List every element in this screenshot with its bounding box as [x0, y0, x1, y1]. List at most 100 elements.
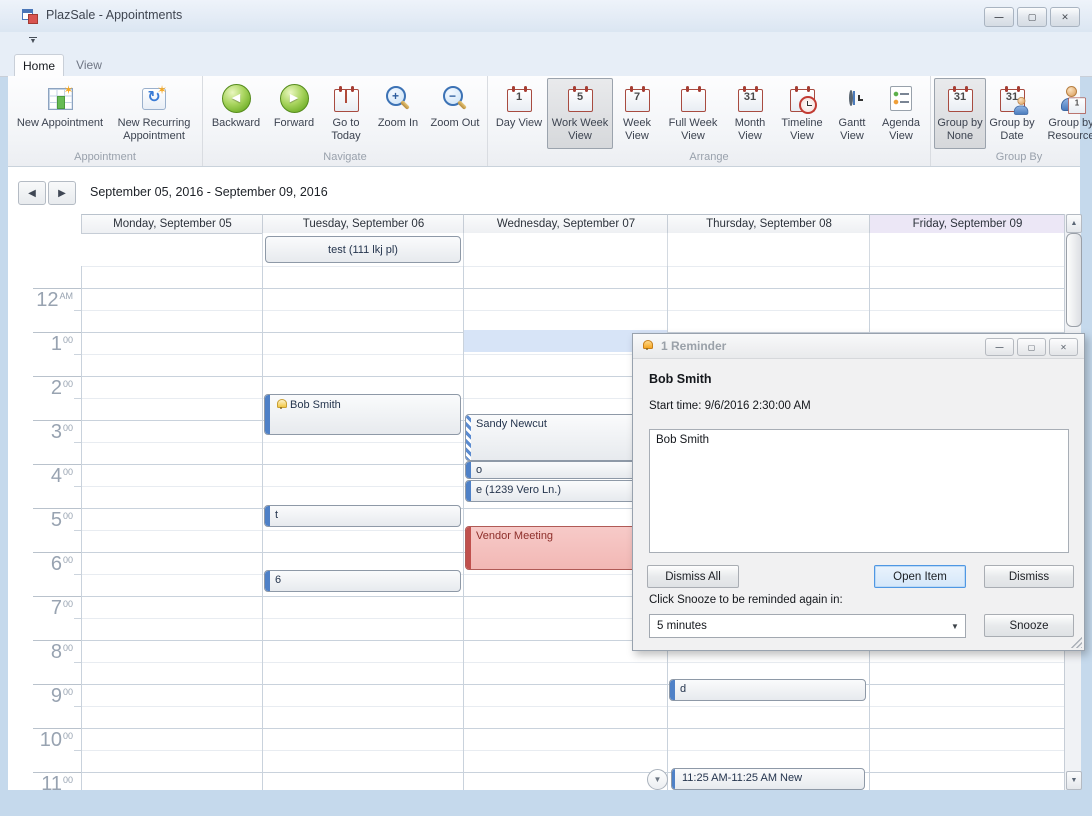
dialog-close-button[interactable]: ✕: [1049, 338, 1078, 356]
reminder-subject: Bob Smith: [649, 372, 712, 386]
day-header-thursday[interactable]: Thursday, September 08: [667, 214, 870, 234]
group-label-appointment: Appointment: [74, 151, 136, 163]
ribbon-group-groupby: 31 Group by None 31 Group by Date 1 Grou…: [931, 76, 1092, 166]
event-bob-smith[interactable]: Bob Smith: [264, 394, 461, 435]
new-recurring-appointment-button[interactable]: ↻ ✶ New Recurring Appointment: [109, 78, 199, 149]
event-6[interactable]: 6: [264, 570, 461, 592]
group-by-resource-icon: 1: [1060, 86, 1086, 114]
month-view-icon: 31: [737, 85, 763, 112]
restore-button[interactable]: ▢: [1017, 7, 1047, 27]
window-title: PlazSale - Appointments: [46, 8, 183, 22]
day-header-monday[interactable]: Monday, September 05: [81, 214, 263, 234]
combo-dropdown-icon[interactable]: ▼: [945, 622, 965, 631]
open-item-button[interactable]: Open Item: [874, 565, 966, 588]
snooze-interval-value: 5 minutes: [657, 620, 707, 632]
event-t[interactable]: t: [264, 505, 461, 527]
full-week-view-button[interactable]: Full Week View: [661, 78, 725, 149]
time-ruler: 12 AM 1 00 2 00 3 00 4 00 5 00 6 00 7 00 8 00 9 00…: [8, 266, 81, 795]
snooze-button[interactable]: Snooze: [984, 614, 1074, 637]
ribbon-tab-bar: Home View: [0, 54, 1092, 77]
app-icon: [22, 9, 38, 24]
app-window: PlazSale - Appointments — ▢ ✕ ▼ Home Vie…: [0, 0, 1092, 798]
window-frame-bottom: [0, 790, 1092, 798]
ribbon-group-navigate: ◀ Backward ▶ Forward Go to Today + Zoom …: [203, 76, 488, 166]
reminder-list-item[interactable]: Bob Smith: [650, 430, 1068, 450]
backward-button[interactable]: ◀ Backward: [206, 78, 266, 149]
snooze-prompt: Click Snooze to be reminded again in:: [649, 594, 843, 606]
title-bar: PlazSale - Appointments — ▢ ✕: [0, 0, 1092, 33]
zoom-out-icon: −: [442, 85, 469, 112]
reminder-dialog-titlebar[interactable]: 1 Reminder — ▢ ✕: [633, 334, 1084, 359]
full-week-view-icon: [680, 85, 706, 112]
allday-cell[interactable]: [463, 233, 668, 266]
ribbon: ✶ New Appointment ↻ ✶ New Recurring Appoi…: [8, 76, 1092, 167]
tab-home[interactable]: Home: [14, 54, 64, 76]
new-recurring-appointment-icon: ↻ ✶: [142, 84, 167, 110]
snooze-interval-select[interactable]: 5 minutes ▼: [649, 614, 966, 638]
reminder-dialog-bell-icon: [641, 339, 653, 351]
minimize-button[interactable]: —: [984, 7, 1014, 27]
zoom-in-icon: +: [385, 85, 412, 112]
close-button[interactable]: ✕: [1050, 7, 1080, 27]
dialog-minimize-button[interactable]: —: [985, 338, 1014, 356]
dismiss-button[interactable]: Dismiss: [984, 565, 1074, 588]
day-column-monday[interactable]: [81, 266, 263, 790]
group-by-date-button[interactable]: 31 Group by Date: [986, 78, 1038, 149]
next-week-button[interactable]: ▶: [48, 181, 76, 205]
resize-grip[interactable]: [1070, 636, 1082, 648]
reminder-dialog-title: 1 Reminder: [661, 339, 727, 353]
allday-cell[interactable]: [869, 233, 1065, 266]
gantt-view-button[interactable]: Gantt View: [829, 78, 875, 149]
timeline-view-icon: [789, 85, 817, 114]
group-by-date-icon: 31: [999, 85, 1028, 115]
more-appointments-chevron-icon[interactable]: ▼: [647, 769, 668, 790]
date-range-label: September 05, 2016 - September 09, 2016: [90, 185, 328, 199]
work-week-view-button[interactable]: 5 Work Week View: [547, 78, 613, 149]
scroll-up-icon[interactable]: ▲: [1066, 214, 1082, 233]
day-header-tuesday[interactable]: Tuesday, September 06: [262, 214, 464, 234]
event-1125-new[interactable]: 11:25 AM-11:25 AM New: [671, 768, 865, 790]
timeline-view-button[interactable]: Timeline View: [775, 78, 829, 149]
date-navigation-bar: ◀ ▶ September 05, 2016 - September 09, 2…: [8, 167, 1080, 214]
week-view-button[interactable]: 7 Week View: [613, 78, 661, 149]
work-week-view-icon: 5: [567, 85, 593, 112]
group-label-groupby: Group By: [995, 151, 1043, 163]
agenda-view-icon: [890, 86, 912, 111]
event-d[interactable]: d: [669, 679, 866, 701]
new-appointment-button[interactable]: ✶ New Appointment: [11, 78, 109, 149]
day-column-tuesday[interactable]: [262, 266, 464, 790]
day-view-icon: 1: [506, 85, 532, 112]
group-by-none-icon: 31: [947, 85, 973, 112]
group-by-none-button[interactable]: 31 Group by None: [934, 78, 986, 149]
day-header-friday[interactable]: Friday, September 09: [869, 214, 1065, 234]
reminder-bell-icon: [275, 398, 287, 410]
forward-button[interactable]: ▶ Forward: [266, 78, 322, 149]
go-to-today-button[interactable]: Go to Today: [322, 78, 370, 149]
week-view-icon: 7: [624, 85, 650, 112]
month-view-button[interactable]: 31 Month View: [725, 78, 775, 149]
scroll-down-icon[interactable]: ▼: [1066, 771, 1082, 790]
quick-access-more-icon[interactable]: ▼: [28, 37, 38, 45]
day-view-button[interactable]: 1 Day View: [491, 78, 547, 149]
day-header-wednesday[interactable]: Wednesday, September 07: [463, 214, 668, 234]
agenda-view-button[interactable]: Agenda View: [875, 78, 927, 149]
reminder-start-time: Start time: 9/6/2016 2:30:00 AM: [649, 400, 811, 412]
reminder-dialog: 1 Reminder — ▢ ✕ Bob Smith Start time: 9…: [632, 333, 1085, 651]
tab-view[interactable]: View: [64, 54, 114, 75]
backward-icon: ◀: [221, 84, 251, 113]
gantt-view-icon: [849, 90, 863, 107]
allday-cell[interactable]: [667, 233, 870, 266]
ribbon-group-arrange: 1 Day View 5 Work Week View 7 Week View …: [488, 76, 931, 166]
zoom-in-button[interactable]: + Zoom In: [370, 78, 426, 149]
quick-access-toolbar: ▼: [0, 32, 1092, 54]
dismiss-all-button[interactable]: Dismiss All: [647, 565, 739, 588]
previous-week-button[interactable]: ◀: [18, 181, 46, 205]
dialog-maximize-button[interactable]: ▢: [1017, 338, 1046, 356]
reminder-list[interactable]: Bob Smith: [649, 429, 1069, 553]
go-to-today-icon: [333, 85, 359, 112]
scrollbar-thumb[interactable]: [1066, 233, 1082, 327]
group-by-resource-button[interactable]: 1 Group by Resource: [1038, 78, 1092, 149]
ribbon-group-appointment: ✶ New Appointment ↻ ✶ New Recurring Appoi…: [8, 76, 203, 166]
allday-event-test[interactable]: test (111 lkj pl): [265, 236, 461, 263]
zoom-out-button[interactable]: − Zoom Out: [426, 78, 484, 149]
